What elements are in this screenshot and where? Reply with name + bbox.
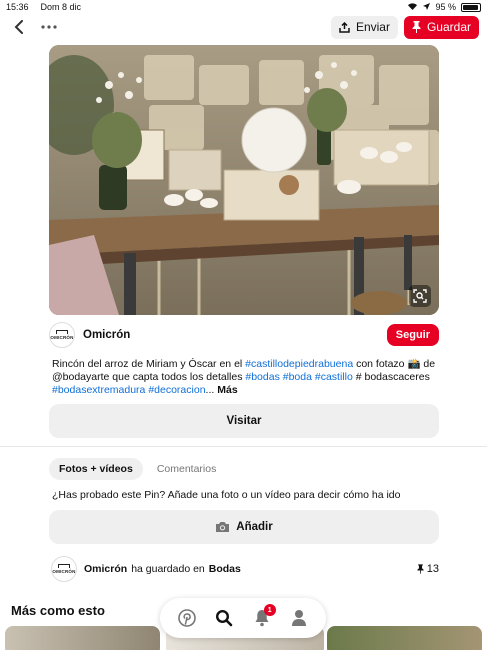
follow-button[interactable]: Seguir <box>386 324 439 346</box>
nav-home[interactable] <box>174 605 200 631</box>
related-pin-thumbnail[interactable] <box>327 626 482 650</box>
saved-text: ha guardado en <box>131 563 205 575</box>
more-link[interactable]: Más <box>214 384 237 396</box>
send-label: Enviar <box>355 20 390 34</box>
nav-profile[interactable] <box>286 605 312 631</box>
divider <box>0 446 487 447</box>
hashtag-link[interactable]: #decoracion <box>148 384 205 396</box>
battery-percent: 95 % <box>435 2 456 12</box>
hashtag-link[interactable]: #boda <box>283 371 312 383</box>
top-bar: Enviar Guardar <box>0 14 487 40</box>
hashtag-link[interactable]: #bodas <box>245 371 279 383</box>
pin-icon <box>417 564 424 574</box>
save-button[interactable]: Guardar <box>403 15 479 39</box>
pin-description: Rincón del arroz de Miriam y Óscar en el… <box>52 358 440 397</box>
saver-name[interactable]: Omicrón <box>84 563 127 575</box>
wedding-table-photo <box>49 45 439 315</box>
add-photo-button[interactable]: Añadir <box>49 510 439 544</box>
battery-icon <box>461 2 481 12</box>
save-label: Guardar <box>426 20 471 34</box>
description-text: Rincón del arroz de Miriam y Óscar en el <box>52 358 246 370</box>
tab-comments[interactable]: Comentarios <box>147 458 227 480</box>
search-icon <box>216 609 233 627</box>
back-button[interactable] <box>8 16 30 38</box>
hashtag-link[interactable]: #bodasextremadura <box>52 384 145 396</box>
status-bar: 15:36 Dom 8 dic 95 % <box>0 0 487 14</box>
creator-avatar[interactable]: OMICRÓN <box>49 322 75 348</box>
visual-search-icon <box>413 289 427 303</box>
hashtag-link[interactable]: #castillo <box>315 371 353 383</box>
activity-tabs: Fotos + vídeos Comentarios <box>49 458 226 480</box>
related-pin-thumbnail[interactable] <box>5 626 160 650</box>
save-count: 13 <box>417 563 439 575</box>
status-time: 15:36 <box>6 2 29 12</box>
send-button[interactable]: Enviar <box>330 15 398 39</box>
more-dots-icon <box>41 25 57 29</box>
crown-icon <box>58 564 70 568</box>
hashtag-link[interactable]: #castillodepiedrabuena <box>245 358 353 370</box>
avatar-logo-text: OMICRÓN <box>50 335 74 340</box>
share-icon <box>339 21 350 33</box>
more-button[interactable] <box>38 16 60 38</box>
creator-row: OMICRÓN Omicrón Seguir <box>49 322 439 348</box>
pin-image[interactable] <box>49 45 439 315</box>
tab-photos-videos[interactable]: Fotos + vídeos <box>49 458 143 480</box>
more-like-this-title: Más como esto <box>11 603 105 618</box>
pin-icon <box>412 21 421 33</box>
wifi-icon <box>407 2 418 12</box>
nav-search[interactable] <box>211 605 237 631</box>
saver-avatar[interactable]: OMICRÓN <box>51 556 77 582</box>
creator-name[interactable]: Omicrón <box>83 329 130 341</box>
add-label: Añadir <box>236 521 273 533</box>
chevron-left-icon <box>14 20 23 34</box>
crown-icon <box>56 330 68 334</box>
saved-by-row: OMICRÓN Omicrón ha guardado en Bodas 13 <box>51 556 439 582</box>
bottom-nav: 1 <box>160 598 326 638</box>
visual-search-button[interactable] <box>409 285 431 307</box>
notification-badge: 1 <box>263 604 276 616</box>
profile-icon <box>292 610 307 626</box>
status-date: Dom 8 dic <box>40 2 82 12</box>
visit-button[interactable]: Visitar <box>49 404 439 438</box>
battery-level <box>463 4 479 10</box>
board-link[interactable]: Bodas <box>209 563 241 575</box>
nav-notifications[interactable]: 1 <box>249 604 276 631</box>
description-text: # bodascaceres <box>352 371 430 383</box>
try-prompt: ¿Has probado este Pin? Añade una foto o … <box>52 489 401 501</box>
location-icon <box>423 2 431 12</box>
camera-icon <box>216 522 230 532</box>
pinterest-logo-icon <box>177 609 196 627</box>
description-text: ... <box>205 384 215 396</box>
save-count-value: 13 <box>426 563 439 575</box>
avatar-logo-text: OMICRÓN <box>52 569 76 574</box>
